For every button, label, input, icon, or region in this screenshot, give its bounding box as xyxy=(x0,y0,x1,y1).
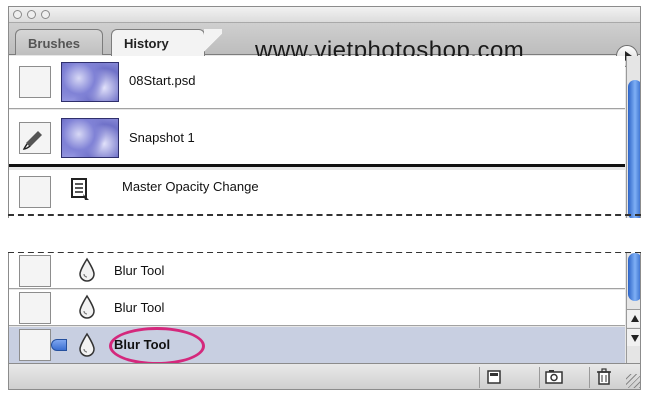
cut-line xyxy=(8,214,641,216)
history-palette-top: Brushes History www.vietphotoshop.com 08… xyxy=(8,6,641,218)
history-row-selected[interactable]: Blur Tool xyxy=(9,327,625,363)
history-row-state[interactable]: Master Opacity Change xyxy=(9,170,625,218)
blur-tool-icon xyxy=(79,294,95,319)
scroll-thumb[interactable] xyxy=(628,80,640,218)
history-source-box[interactable] xyxy=(19,176,51,208)
history-row-snapshot[interactable]: 08Start.psd xyxy=(9,56,625,109)
palette-footer xyxy=(9,363,640,389)
history-state-slider-icon[interactable] xyxy=(51,339,67,351)
history-scrollbar-top[interactable] xyxy=(626,56,640,218)
history-item-label: Blur Tool xyxy=(114,300,165,315)
scroll-thumb[interactable] xyxy=(628,253,640,301)
history-palette-bottom: Blur Tool Blur Tool Blur Tool xyxy=(8,253,641,390)
history-item-label: 08Start.psd xyxy=(129,73,196,88)
highlight-oval xyxy=(109,327,205,365)
blur-tool-icon xyxy=(79,257,95,282)
history-source-box[interactable] xyxy=(19,292,51,324)
history-source-box[interactable] xyxy=(19,329,51,361)
history-source-box[interactable] xyxy=(19,66,51,98)
history-panel-illustration: Brushes History www.vietphotoshop.com 08… xyxy=(0,0,647,394)
close-button[interactable] xyxy=(13,10,22,19)
new-snapshot-icon xyxy=(545,370,563,384)
history-scrollbar-bottom[interactable] xyxy=(626,253,640,363)
minimize-button[interactable] xyxy=(27,10,36,19)
trash-icon xyxy=(597,368,611,385)
document-state-icon xyxy=(71,178,89,200)
history-row-state[interactable]: Blur Tool xyxy=(9,253,625,289)
new-snapshot-button[interactable] xyxy=(539,367,569,388)
tab-history[interactable]: History xyxy=(111,29,222,56)
blur-tool-icon xyxy=(79,332,95,357)
history-item-label: Master Opacity Change xyxy=(122,179,259,194)
new-document-from-state-button[interactable] xyxy=(479,367,509,388)
history-item-label: Snapshot 1 xyxy=(129,130,195,145)
history-source-box[interactable] xyxy=(19,255,51,287)
new-document-from-state-icon xyxy=(487,370,501,384)
delete-state-button[interactable] xyxy=(589,367,619,388)
scroll-down-arrow[interactable] xyxy=(627,328,640,346)
history-row-state[interactable]: Blur Tool xyxy=(9,290,625,326)
history-row-snapshot[interactable]: Snapshot 1 xyxy=(9,110,625,167)
zoom-button[interactable] xyxy=(41,10,50,19)
history-source-box[interactable] xyxy=(19,122,51,154)
tab-brushes[interactable]: Brushes xyxy=(15,29,103,55)
history-brush-icon xyxy=(22,131,42,150)
scroll-up-arrow[interactable] xyxy=(627,309,640,327)
resize-grip-icon[interactable] xyxy=(626,374,640,388)
palette-titlebar xyxy=(9,7,640,23)
snapshot-thumbnail xyxy=(61,62,119,102)
history-item-label: Blur Tool xyxy=(114,263,165,278)
snapshot-thumbnail xyxy=(61,118,119,158)
tab-bar: Brushes History www.vietphotoshop.com xyxy=(9,23,640,67)
